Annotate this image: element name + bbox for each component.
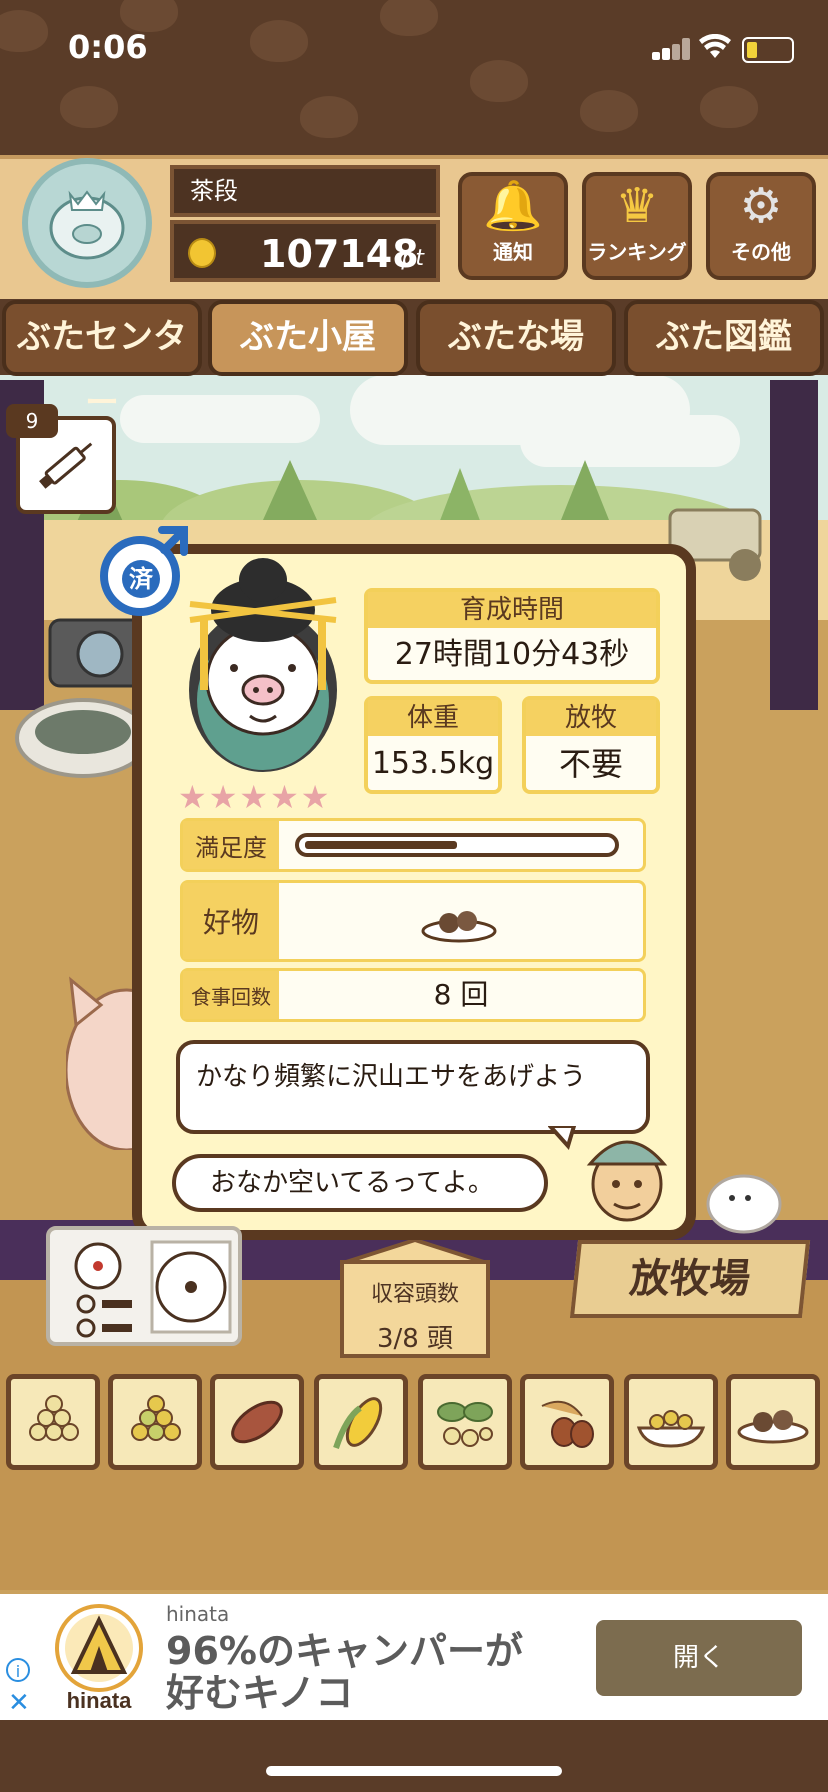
tab-buta-hut[interactable]: ぶた小屋 <box>208 300 408 376</box>
food-slot-herbs[interactable] <box>418 1374 512 1470</box>
bean-pattern <box>250 20 308 62</box>
farmer-icon <box>586 1140 668 1222</box>
weight-value: 153.5kg <box>371 746 495 781</box>
satisfaction-fill <box>305 841 457 849</box>
bell-icon: 🔔 <box>483 178 543 234</box>
tab-buta-center[interactable]: ぶたセンター <box>2 300 202 423</box>
other-label: その他 <box>731 240 791 264</box>
crown-icon: ♛ <box>615 178 659 234</box>
herbs-icon <box>437 1402 493 1447</box>
bean-pattern <box>380 0 438 36</box>
rating-stars: ★★★★★ <box>178 778 332 816</box>
syringe-icon <box>39 442 93 489</box>
ad-open-button[interactable]: 開く <box>596 1620 802 1696</box>
growth-time-box: 育成時間 27時間10分43秒 <box>364 588 660 684</box>
ad-headline-line1: 96%のキャンパーが <box>166 1629 523 1673</box>
neutered-badge: 済 <box>122 560 160 598</box>
gear-icon: ⚙ <box>739 178 783 234</box>
meal-count-label: 食事回数 <box>183 971 279 1019</box>
capacity-sign: 収容頭数 3/8 頭 <box>340 1240 490 1358</box>
ranking-button[interactable]: ♛ ランキング <box>582 172 692 280</box>
acorn-icon <box>541 1400 594 1448</box>
favorite-label: 好物 <box>183 883 279 959</box>
growth-time-value: 27時間10分43秒 <box>394 637 630 672</box>
capacity-label: 収容頭数 <box>370 1282 459 1307</box>
syringe-count: 9 <box>6 404 58 438</box>
grazing-label: 放牧 <box>526 700 656 736</box>
player-badge[interactable] <box>22 158 152 288</box>
ad-headline-line2: 好むキノコ <box>166 1671 354 1715</box>
points-unit: pt <box>401 246 424 271</box>
meal-count-row: 食事回数 8 回 <box>180 968 646 1022</box>
food-slot-feed-1[interactable] <box>6 1374 100 1470</box>
tab-buta-field[interactable]: ぶたな場 <box>416 300 616 376</box>
notification-label: 通知 <box>493 240 533 264</box>
ad-logo-text: hinata <box>67 1688 133 1712</box>
food-slot-feed-2[interactable] <box>108 1374 202 1470</box>
pig-emblem-icon <box>49 190 125 260</box>
ranking-label: ランキング <box>587 240 687 264</box>
ad-headline: 96%のキャンパーが 好むキノコ <box>166 1630 523 1714</box>
satisfaction-label: 満足度 <box>183 821 279 869</box>
ad-info-icon[interactable]: i <box>6 1658 30 1682</box>
meatball-plate-icon <box>737 1410 809 1444</box>
coin-icon <box>188 238 216 268</box>
favorite-food-row: 好物 <box>180 880 646 962</box>
grain-pile-icon <box>29 1395 79 1441</box>
bean-pattern <box>700 86 758 128</box>
bean-bowl-icon <box>636 1410 706 1448</box>
bird-illustration <box>706 1174 782 1234</box>
cellular-signal-icon <box>652 38 690 60</box>
bottom-pattern <box>0 1720 828 1792</box>
ad-brand: hinata <box>166 1602 230 1626</box>
weight-box: 体重 153.5kg <box>364 696 502 794</box>
player-name: 茶段 <box>170 165 440 217</box>
advice-bubble: かなり頻繁に沢山エサをあげよう <box>176 1040 650 1134</box>
satisfaction-bar <box>295 833 619 857</box>
meatball-plate-icon <box>421 911 497 943</box>
points-display: 107148 pt <box>170 220 440 282</box>
growth-time-label: 育成時間 <box>368 592 656 628</box>
grazing-value: 不要 <box>558 745 623 783</box>
points-value: 107148 <box>260 232 419 276</box>
grain-pile-icon <box>131 1395 181 1441</box>
food-slot-corn[interactable] <box>314 1374 408 1470</box>
bean-pattern <box>470 60 528 102</box>
wifi-icon <box>699 34 731 58</box>
ad-banner[interactable]: hinata hinata 96%のキャンパーが 好むキノコ 開く i ✕ <box>0 1594 828 1720</box>
pig-portrait <box>189 558 337 772</box>
satisfaction-row: 満足度 <box>180 818 646 872</box>
capacity-value: 3/8 頭 <box>376 1324 454 1354</box>
bean-pattern <box>580 90 638 132</box>
food-slot-acorns[interactable] <box>520 1374 614 1470</box>
grazing-ranch-sign[interactable]: 放牧場 <box>569 1240 811 1318</box>
food-slot-bean-bowl[interactable] <box>624 1374 718 1470</box>
other-button[interactable]: ⚙ その他 <box>706 172 816 280</box>
meal-count-value: 8 回 <box>433 978 489 1011</box>
food-slot-meatball-plate[interactable] <box>726 1374 820 1470</box>
hinata-logo: hinata <box>55 1604 143 1712</box>
status-time: 0:06 <box>68 28 148 66</box>
battery-icon <box>742 37 794 63</box>
food-slot-sweet-potato[interactable] <box>210 1374 304 1470</box>
notification-button[interactable]: 🔔 通知 <box>458 172 568 280</box>
fan-panel-graphic <box>74 1240 232 1338</box>
corn-icon <box>333 1397 383 1449</box>
top-pattern <box>0 0 828 160</box>
fan-control-panel[interactable] <box>46 1226 242 1346</box>
bean-pattern <box>0 10 48 52</box>
sweet-potato-icon <box>231 1400 283 1444</box>
bean-pattern <box>300 96 358 138</box>
bean-pattern <box>60 86 118 128</box>
farmer-speech-bubble: おなか空いてるってよ。 <box>172 1154 548 1212</box>
home-indicator[interactable] <box>266 1766 562 1776</box>
ad-close-icon[interactable]: ✕ <box>8 1688 30 1718</box>
weight-label: 体重 <box>368 700 498 736</box>
grazing-box: 放牧 不要 <box>522 696 660 794</box>
tab-buta-encyclopedia[interactable]: ぶた図鑑 <box>624 300 824 376</box>
